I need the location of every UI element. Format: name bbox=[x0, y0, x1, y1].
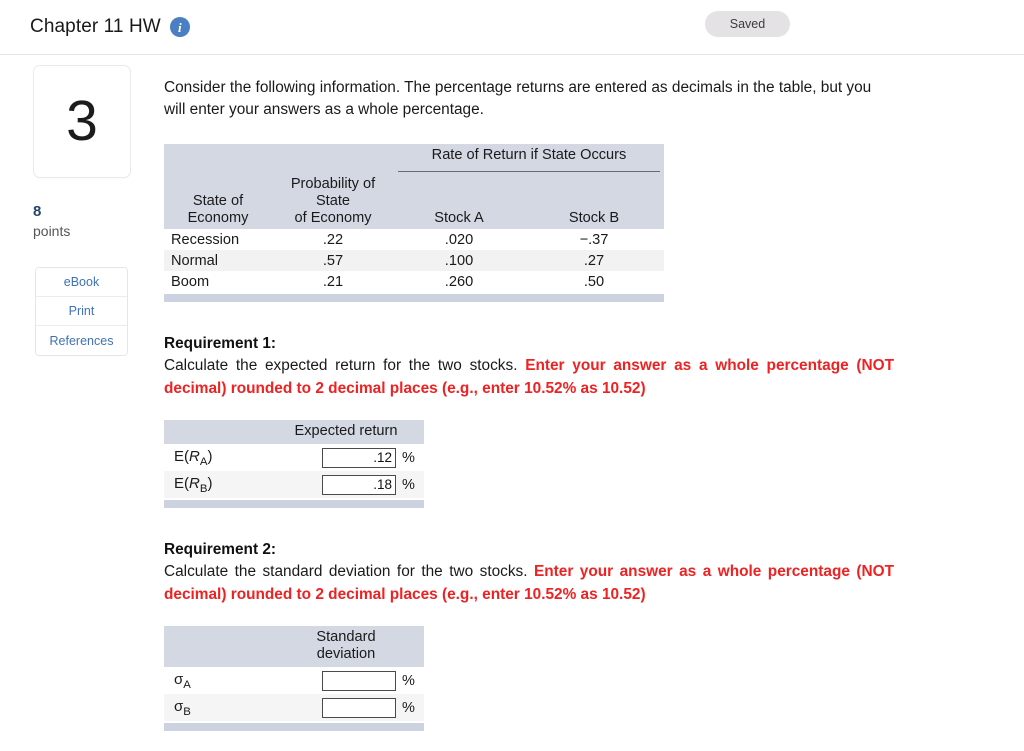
answer-label-sigma-a: σA bbox=[164, 667, 274, 694]
requirement-2-answer-table: Standard deviation σA % σB % bbox=[164, 625, 424, 732]
sidebar: 3 8 points eBook Print References bbox=[0, 55, 160, 357]
requirement-1-title: Requirement 1: bbox=[164, 335, 277, 353]
intro-text: Consider the following information. The … bbox=[164, 79, 872, 119]
status-badge: Saved bbox=[705, 11, 790, 37]
ebook-button[interactable]: eBook bbox=[36, 268, 127, 298]
homework-page: Chapter 11 HW i Saved 3 8 points eBook P… bbox=[0, 0, 1024, 751]
std-deviation-b-input[interactable] bbox=[322, 697, 396, 718]
state-header-line2: Economy bbox=[187, 210, 249, 227]
answer-input-cell bbox=[274, 694, 398, 721]
cell-probability: .57 bbox=[322, 252, 344, 269]
cell-state: Normal bbox=[171, 252, 219, 269]
question-number: 3 bbox=[66, 89, 98, 153]
print-button[interactable]: Print bbox=[36, 297, 127, 327]
prob-header-line2: State bbox=[315, 192, 351, 209]
percent-sign: % bbox=[402, 449, 415, 466]
requirement-2-title: Requirement 2: bbox=[164, 541, 277, 559]
cell-stock-a: .020 bbox=[444, 231, 474, 248]
label-pre: E( bbox=[174, 447, 189, 465]
answer-header-row: Standard deviation bbox=[164, 625, 424, 668]
cell-probability: .21 bbox=[322, 273, 344, 290]
cell-stock-b: .27 bbox=[583, 252, 605, 269]
answer-table-footer-bar bbox=[164, 500, 424, 509]
header-rule bbox=[394, 167, 664, 176]
column-header-stock-a: Stock A bbox=[434, 210, 484, 227]
points-block: 8 points bbox=[33, 202, 160, 241]
table-footer-bar bbox=[164, 294, 664, 303]
sidebar-button-group: eBook Print References bbox=[35, 267, 128, 357]
percent-sign: % bbox=[402, 699, 415, 716]
question-number-card: 3 bbox=[33, 65, 131, 178]
std-header-line2: deviation bbox=[316, 646, 376, 663]
answer-header-row: Expected return bbox=[164, 419, 424, 445]
prob-header-line1: Probability of bbox=[290, 175, 376, 192]
sigma-symbol: σ bbox=[174, 697, 184, 715]
answer-header-blank bbox=[164, 419, 274, 445]
answer-row: E(RB) % bbox=[164, 471, 424, 499]
answer-row: σB % bbox=[164, 694, 424, 722]
std-deviation-a-input[interactable] bbox=[322, 670, 396, 691]
table-header-rule-row bbox=[164, 166, 664, 176]
answer-input-cell bbox=[274, 444, 398, 471]
label-pre: E( bbox=[174, 474, 189, 492]
label-post: ) bbox=[207, 474, 213, 492]
prob-header-line3: of Economy bbox=[294, 210, 372, 227]
table-row: Boom .21 .260 .50 bbox=[164, 271, 664, 292]
answer-header-standard-deviation: Standard deviation bbox=[274, 625, 424, 668]
cell-state: Recession bbox=[171, 231, 240, 248]
info-icon[interactable]: i bbox=[169, 17, 190, 37]
answer-table-footer-bar bbox=[164, 723, 424, 732]
answer-label-sigma-b: σB bbox=[164, 694, 274, 721]
expected-return-b-input[interactable] bbox=[322, 474, 396, 495]
cell-stock-b: .50 bbox=[583, 273, 605, 290]
state-header-line1: State of bbox=[192, 192, 244, 209]
requirement-2-text: Calculate the standard deviation for the… bbox=[164, 561, 894, 606]
label-var: R bbox=[189, 447, 200, 465]
answer-input-cell bbox=[274, 471, 398, 498]
label-sub: B bbox=[183, 705, 191, 718]
std-header-line1: Standard bbox=[316, 628, 376, 645]
column-header-state-of-economy: State of Economy bbox=[164, 176, 272, 230]
sigma-symbol: σ bbox=[174, 670, 184, 688]
points-value: 8 bbox=[33, 203, 42, 220]
references-button[interactable]: References bbox=[36, 326, 127, 356]
page-title: Chapter 11 HW bbox=[30, 16, 161, 37]
answer-row: E(RA) % bbox=[164, 444, 424, 471]
table-row: Recession .22 .020 −.37 bbox=[164, 229, 664, 250]
column-header-stock-b: Stock B bbox=[568, 210, 620, 227]
expected-return-a-input[interactable] bbox=[322, 447, 396, 468]
label-var: R bbox=[189, 474, 200, 492]
answer-header-expected-return: Expected return bbox=[274, 419, 424, 445]
cell-stock-a: .260 bbox=[444, 273, 474, 290]
requirement-1-text: Calculate the expected return for the tw… bbox=[164, 355, 894, 400]
table-header-labels-row: State of Economy Probability of State of… bbox=[164, 175, 664, 230]
answer-label-erb: E(RB) bbox=[164, 471, 274, 498]
requirement-1-text-plain: Calculate the expected return for the tw… bbox=[164, 357, 526, 375]
cell-state: Boom bbox=[171, 273, 210, 290]
requirement-1-block: Requirement 1: Calculate the expected re… bbox=[164, 335, 894, 509]
top-bar: Chapter 11 HW i Saved bbox=[0, 0, 1024, 55]
table-header-span-row: Rate of Return if State Occurs bbox=[164, 143, 664, 167]
main-content: Consider the following information. The … bbox=[164, 55, 1024, 732]
requirement-2-text-plain: Calculate the standard deviation for the… bbox=[164, 563, 534, 581]
points-label: points bbox=[33, 223, 71, 240]
cell-probability: .22 bbox=[322, 231, 344, 248]
requirement-2-block: Requirement 2: Calculate the standard de… bbox=[164, 541, 894, 732]
information-table: Rate of Return if State Occurs State of … bbox=[164, 143, 664, 303]
span-header-rate-of-return: Rate of Return if State Occurs bbox=[431, 147, 627, 164]
answer-header-blank bbox=[164, 625, 274, 668]
answer-label-era: E(RA) bbox=[164, 444, 274, 471]
percent-sign: % bbox=[402, 476, 415, 493]
label-post: ) bbox=[207, 447, 213, 465]
label-sub: A bbox=[183, 678, 191, 691]
percent-sign: % bbox=[402, 672, 415, 689]
cell-stock-a: .100 bbox=[444, 252, 474, 269]
answer-input-cell bbox=[274, 667, 398, 694]
requirement-1-answer-table: Expected return E(RA) % E(RB) % bbox=[164, 419, 424, 509]
cell-stock-b: −.37 bbox=[579, 231, 609, 248]
answer-row: σA % bbox=[164, 667, 424, 694]
table-row: Normal .57 .100 .27 bbox=[164, 250, 664, 272]
column-header-probability: Probability of State of Economy bbox=[272, 176, 394, 230]
